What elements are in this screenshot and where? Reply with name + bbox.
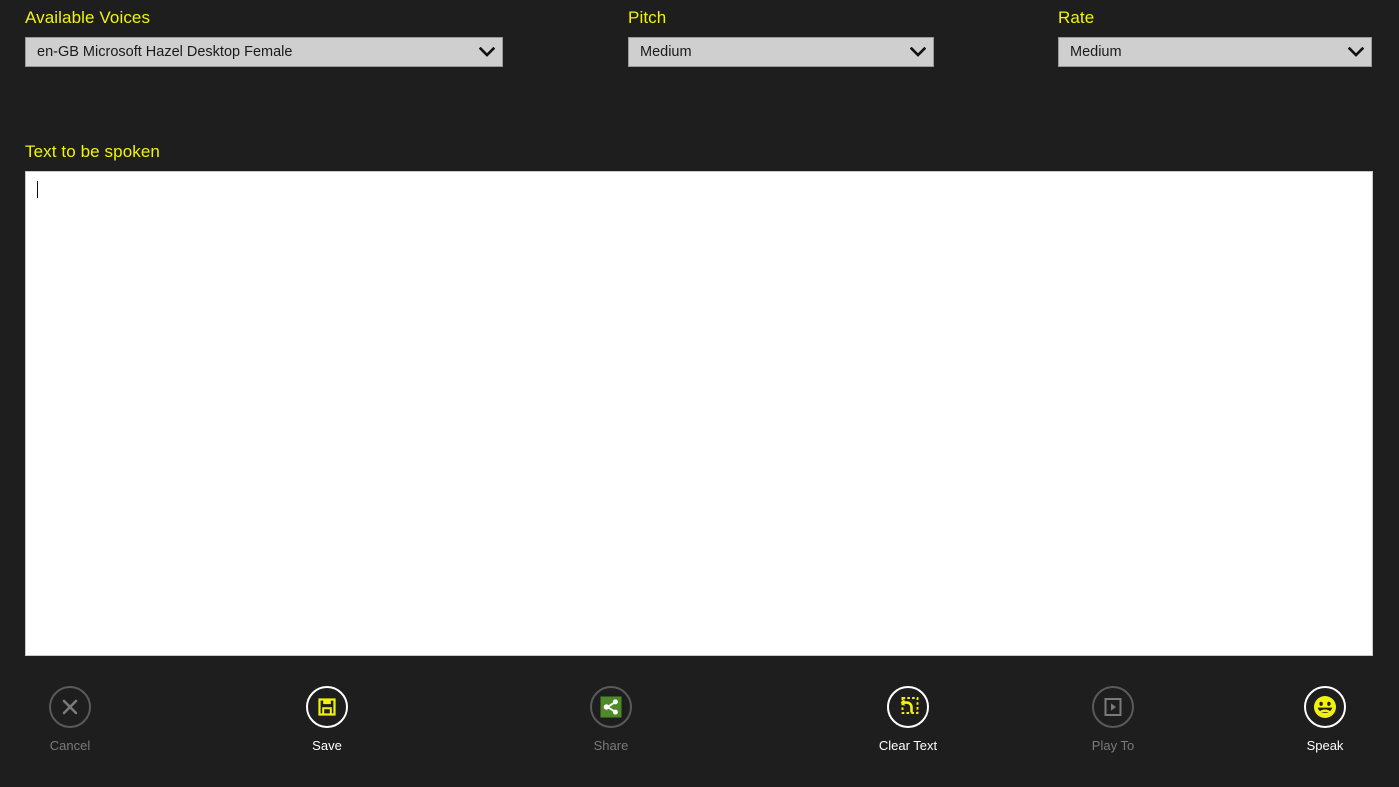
top-controls-row: Available Voices en-GB Microsoft Hazel D… (0, 0, 1399, 80)
rate-dropdown[interactable]: Medium (1058, 37, 1372, 67)
play-to-icon (1092, 686, 1134, 728)
text-to-be-spoken-input[interactable] (25, 171, 1373, 656)
speak-label: Speak (1306, 738, 1344, 753)
available-voices-label: Available Voices (25, 8, 151, 27)
close-x-icon (49, 686, 91, 728)
text-to-be-spoken-value (36, 180, 1364, 647)
text-to-be-spoken-section: Text to be spoken (25, 142, 1373, 656)
pitch-dropdown[interactable]: Medium (628, 37, 934, 67)
pitch-field: Pitch Medium (628, 8, 934, 67)
bottom-app-bar: Cancel Save Share Clear Text Play To Spe… (0, 664, 1399, 787)
save-label: Save (312, 738, 342, 753)
floppy-disk-icon (306, 686, 348, 728)
available-voices-field: Available Voices en-GB Microsoft Hazel D… (25, 8, 503, 67)
pitch-label: Pitch (628, 8, 667, 27)
clear-text-label: Clear Text (878, 738, 938, 753)
text-to-be-spoken-label: Text to be spoken (25, 142, 160, 161)
undo-arrow-icon (887, 686, 929, 728)
text-caret (37, 181, 38, 198)
smiley-face-icon (1304, 686, 1346, 728)
share-button[interactable]: Share (551, 686, 671, 753)
chevron-down-icon (472, 47, 502, 57)
chevron-down-icon (1341, 47, 1371, 57)
play-to-label: Play To (1091, 738, 1135, 753)
clear-text-button[interactable]: Clear Text (848, 686, 968, 753)
chevron-down-icon (903, 47, 933, 57)
play-to-button[interactable]: Play To (1053, 686, 1173, 753)
rate-value: Medium (1070, 44, 1122, 60)
speak-button[interactable]: Speak (1265, 686, 1385, 753)
save-button[interactable]: Save (267, 686, 387, 753)
pitch-value: Medium (640, 44, 692, 60)
available-voices-value: en-GB Microsoft Hazel Desktop Female (37, 44, 293, 60)
share-icon (590, 686, 632, 728)
share-label: Share (593, 738, 629, 753)
cancel-label: Cancel (49, 738, 91, 753)
cancel-button[interactable]: Cancel (10, 686, 130, 753)
rate-label: Rate (1058, 8, 1095, 27)
rate-field: Rate Medium (1058, 8, 1372, 67)
available-voices-dropdown[interactable]: en-GB Microsoft Hazel Desktop Female (25, 37, 503, 67)
